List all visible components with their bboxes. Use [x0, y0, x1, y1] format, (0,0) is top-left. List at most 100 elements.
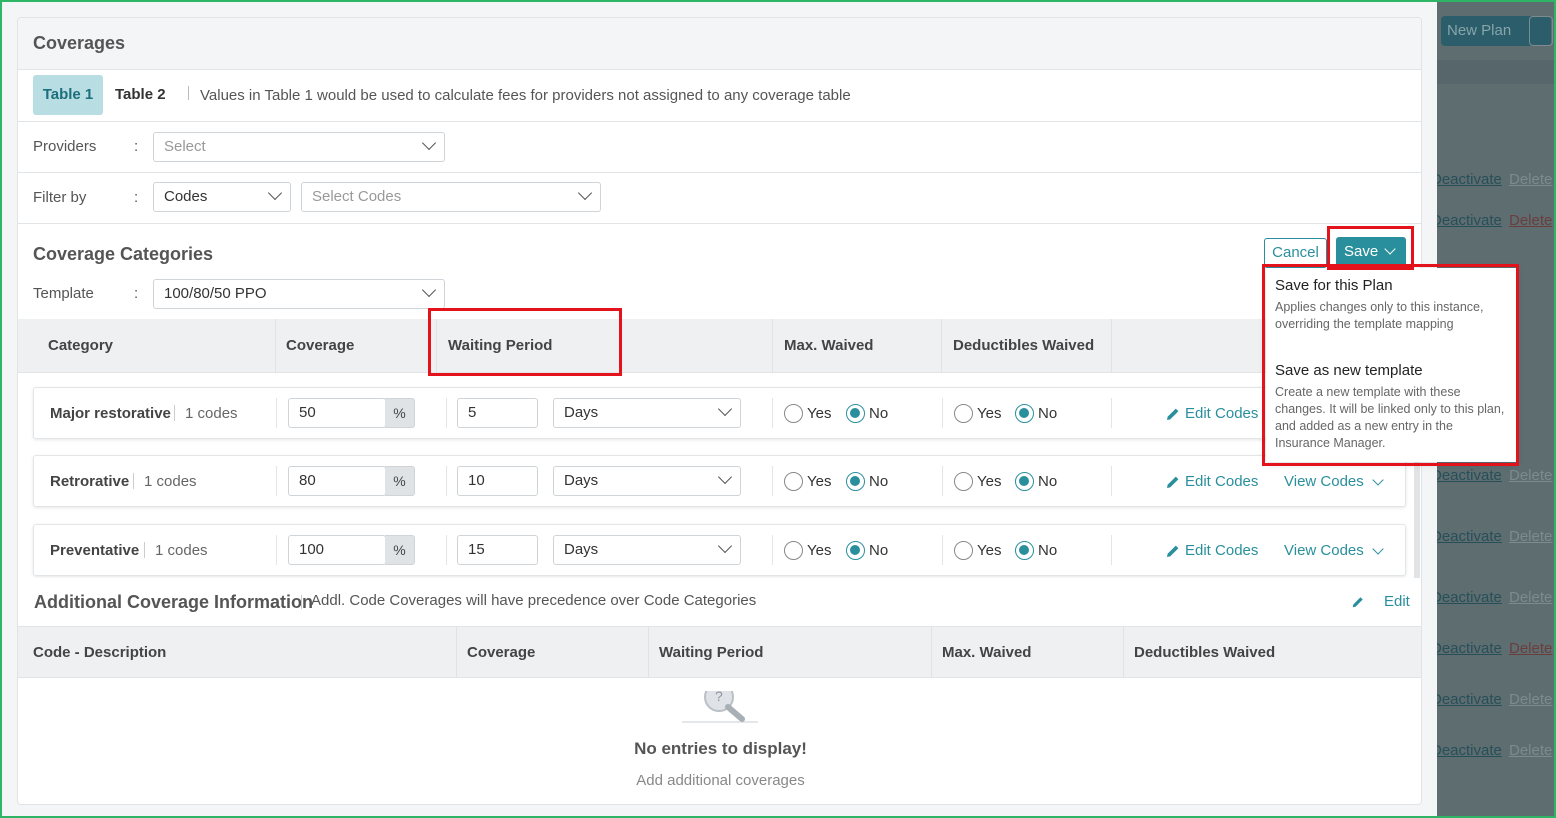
- filter-row: Filter by : Codes Select Codes: [18, 173, 1421, 224]
- column-header: Coverage: [467, 644, 536, 661]
- additional-coverage-note: Addl. Code Coverages will have precedenc…: [311, 592, 757, 609]
- menu-item-save-for-plan[interactable]: Save for this Plan Applies changes only …: [1275, 277, 1508, 333]
- chevron-down-icon: [717, 401, 733, 417]
- chevron-down-icon: [267, 185, 283, 201]
- deductibles-waived-no-radio[interactable]: [1015, 404, 1034, 423]
- waiting-period-input[interactable]: 10: [457, 466, 538, 496]
- waiting-unit-select[interactable]: Days: [553, 398, 741, 428]
- chevron-down-icon: [421, 282, 437, 298]
- more-options-button: [1529, 16, 1553, 46]
- coverage-categories-title: Coverage Categories: [33, 244, 214, 264]
- filter-type-select[interactable]: Codes: [153, 182, 291, 212]
- cancel-button[interactable]: Cancel: [1264, 238, 1327, 268]
- chevron-down-icon: [717, 538, 733, 554]
- save-button-label: Save: [1344, 243, 1379, 260]
- view-codes-link[interactable]: View Codes: [1284, 542, 1364, 559]
- pencil-icon: [1352, 597, 1363, 608]
- waiting-unit-select[interactable]: Days: [553, 535, 741, 565]
- coverages-panel: Coverages Table 1 Table 2 Values in Tabl…: [17, 17, 1422, 805]
- providers-select[interactable]: Select: [153, 132, 445, 162]
- save-button[interactable]: Save: [1336, 237, 1406, 267]
- empty-state-title: No entries to display!: [634, 739, 807, 758]
- providers-row: Providers : Select: [18, 122, 1421, 173]
- radio-label: No: [869, 473, 889, 490]
- column-header: Coverage: [286, 337, 355, 354]
- coverage-input[interactable]: 80: [288, 466, 386, 496]
- radio-label: No: [1038, 473, 1058, 490]
- deductibles-waived-yes-radio[interactable]: [954, 541, 973, 560]
- column-header-waiting-period: Waiting Period: [448, 337, 553, 354]
- divider: [942, 398, 943, 428]
- divider: [276, 535, 277, 565]
- column-header: Category: [48, 337, 114, 354]
- deductibles-waived-yes-radio[interactable]: [954, 472, 973, 491]
- deactivate-link: Deactivate: [1437, 467, 1502, 484]
- menu-item-title: Save for this Plan: [1275, 277, 1393, 294]
- template-select[interactable]: 100/80/50 PPO: [153, 279, 445, 309]
- coverage-input[interactable]: 50: [288, 398, 386, 428]
- divider: [648, 627, 649, 678]
- add-additional-coverages-link[interactable]: Add additional coverages: [18, 772, 1421, 789]
- tab-table-1[interactable]: Table 1: [33, 75, 103, 115]
- edit-codes-link[interactable]: Edit Codes: [1185, 542, 1258, 559]
- max-waived-yes-radio[interactable]: [784, 541, 803, 560]
- divider: [456, 627, 457, 678]
- waiting-unit-value: Days: [564, 541, 599, 558]
- max-waived-yes-radio[interactable]: [784, 472, 803, 491]
- deactivate-link: Deactivate: [1437, 742, 1502, 759]
- delete-link: Delete: [1509, 528, 1553, 545]
- additional-coverage-title: Additional Coverage Information: [34, 592, 314, 612]
- divider: [772, 535, 773, 565]
- edit-additional-button[interactable]: Edit: [1384, 593, 1410, 610]
- radio-label: Yes: [977, 473, 1002, 490]
- deductibles-waived-no-radio[interactable]: [1015, 472, 1034, 491]
- chevron-down-icon: [1372, 474, 1384, 486]
- divider: [772, 466, 773, 496]
- divider: [942, 466, 943, 496]
- max-waived-no-radio[interactable]: [846, 541, 865, 560]
- max-waived-no-radio[interactable]: [846, 404, 865, 423]
- background-row: Deactivate Delete: [1437, 589, 1556, 609]
- delete-link: Delete: [1509, 691, 1553, 708]
- column-header: Waiting Period: [659, 644, 764, 661]
- waiting-period-input[interactable]: 15: [457, 535, 538, 565]
- filter-by-label: Filter by: [33, 189, 87, 206]
- divider: [772, 398, 773, 428]
- category-code-count: 1 codes: [144, 473, 197, 490]
- column-header: Deductibles Waived: [953, 337, 1095, 354]
- delete-link: Delete: [1509, 589, 1553, 606]
- background-row: Deactivate Delete: [1437, 528, 1556, 548]
- coverage-input[interactable]: 100: [288, 535, 386, 565]
- codes-select[interactable]: Select Codes: [301, 182, 601, 212]
- colon: :: [134, 285, 139, 302]
- waiting-unit-select[interactable]: Days: [553, 466, 741, 496]
- radio-label: Yes: [807, 473, 832, 490]
- divider: [772, 319, 773, 373]
- divider: [301, 595, 302, 609]
- delete-link: Delete: [1509, 212, 1553, 229]
- waiting-period-input[interactable]: 5: [457, 398, 538, 428]
- tab-table-2[interactable]: Table 2: [115, 75, 166, 115]
- divider: [1111, 535, 1112, 565]
- background-row: Deactivate Delete: [1437, 467, 1556, 487]
- edit-codes-link[interactable]: Edit Codes: [1185, 473, 1258, 490]
- edit-codes-link[interactable]: Edit Codes: [1185, 405, 1258, 422]
- menu-item-save-as-template[interactable]: Save as new template Create a new templa…: [1275, 362, 1508, 452]
- background-row: Deactivate Delete: [1437, 640, 1556, 660]
- additional-table-header: Code - Description Coverage Waiting Peri…: [18, 627, 1421, 678]
- view-codes-link[interactable]: View Codes: [1284, 473, 1364, 490]
- divider: [174, 405, 175, 421]
- radio-label: Yes: [977, 405, 1002, 422]
- divider: [436, 319, 437, 373]
- pencil-icon: [1167, 545, 1179, 557]
- deductibles-waived-no-radio[interactable]: [1015, 541, 1034, 560]
- max-waived-yes-radio[interactable]: [784, 404, 803, 423]
- divider: [276, 398, 277, 428]
- category-name: Major restorative: [50, 405, 171, 422]
- deductibles-waived-yes-radio[interactable]: [954, 404, 973, 423]
- divider: [446, 535, 447, 565]
- category-name: Preventative: [50, 542, 140, 559]
- coverage-table-tabs: Table 1 Table 2 Values in Table 1 would …: [18, 70, 1421, 122]
- max-waived-no-radio[interactable]: [846, 472, 865, 491]
- category-code-count: 1 codes: [155, 542, 208, 559]
